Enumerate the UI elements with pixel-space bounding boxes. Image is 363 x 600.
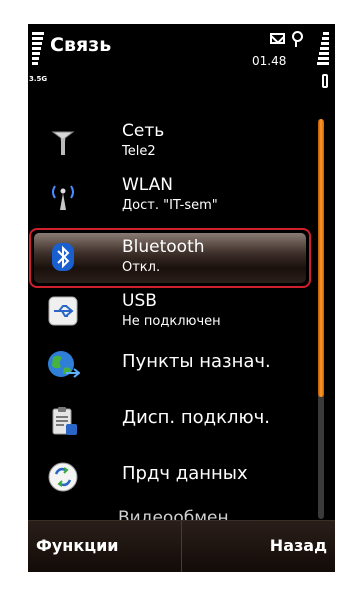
back-softkey[interactable]: Назад [270, 536, 327, 555]
clipboard-icon [52, 407, 77, 435]
pin-icon [290, 31, 303, 47]
network-indicator: 3.5G [29, 75, 48, 83]
softkey-divider [181, 521, 182, 572]
signal-strength-icon [32, 32, 44, 67]
list-item-title: WLAN [122, 175, 174, 195]
list-item-data-transfer[interactable]: Прдч данных [32, 452, 310, 504]
mail-icon [270, 33, 285, 44]
clock: 01.48 [252, 54, 287, 68]
antenna-icon [51, 131, 75, 155]
list-item-subtitle: Не подключен [122, 314, 221, 329]
phone-screen: Связь 01.48 3.5G Сеть Tele2 WLAN Дост. "… [28, 24, 335, 572]
list-item-title: Сеть [122, 121, 165, 141]
list-item-usb[interactable]: USB Не подключен [32, 286, 310, 338]
list-item-connection-manager[interactable]: Дисп. подключ. [32, 396, 310, 448]
battery-tip-icon [322, 74, 328, 88]
list-item-bluetooth[interactable]: Bluetooth Откл. [32, 232, 310, 284]
list-item-network[interactable]: Сеть Tele2 [32, 116, 310, 168]
battery-icon [317, 32, 329, 67]
list-item-title: Прдч данных [122, 463, 248, 484]
page-title: Связь [50, 34, 112, 56]
list-item-subtitle: Дост. "IT-sem" [122, 198, 218, 213]
wlan-icon [52, 185, 74, 210]
bluetooth-icon [52, 243, 74, 271]
list-item-subtitle: Откл. [122, 260, 161, 275]
usb-icon [48, 296, 78, 326]
softkey-bar: Функции Назад [28, 520, 335, 572]
sync-icon [48, 462, 78, 492]
list-item-title: Bluetooth [122, 237, 205, 257]
globe-icon [48, 351, 80, 378]
list-item-wlan[interactable]: WLAN Дост. "IT-sem" [32, 170, 310, 222]
list-item-subtitle: Tele2 [122, 144, 156, 159]
scrollbar-thumb[interactable] [318, 119, 324, 397]
options-softkey[interactable]: Функции [36, 536, 119, 555]
list-item-destinations[interactable]: Пункты назнач. [32, 340, 310, 392]
list-item-title: Пункты назнач. [122, 351, 271, 372]
list-item-title: Дисп. подключ. [122, 407, 270, 428]
list-item-title: USB [122, 291, 157, 311]
